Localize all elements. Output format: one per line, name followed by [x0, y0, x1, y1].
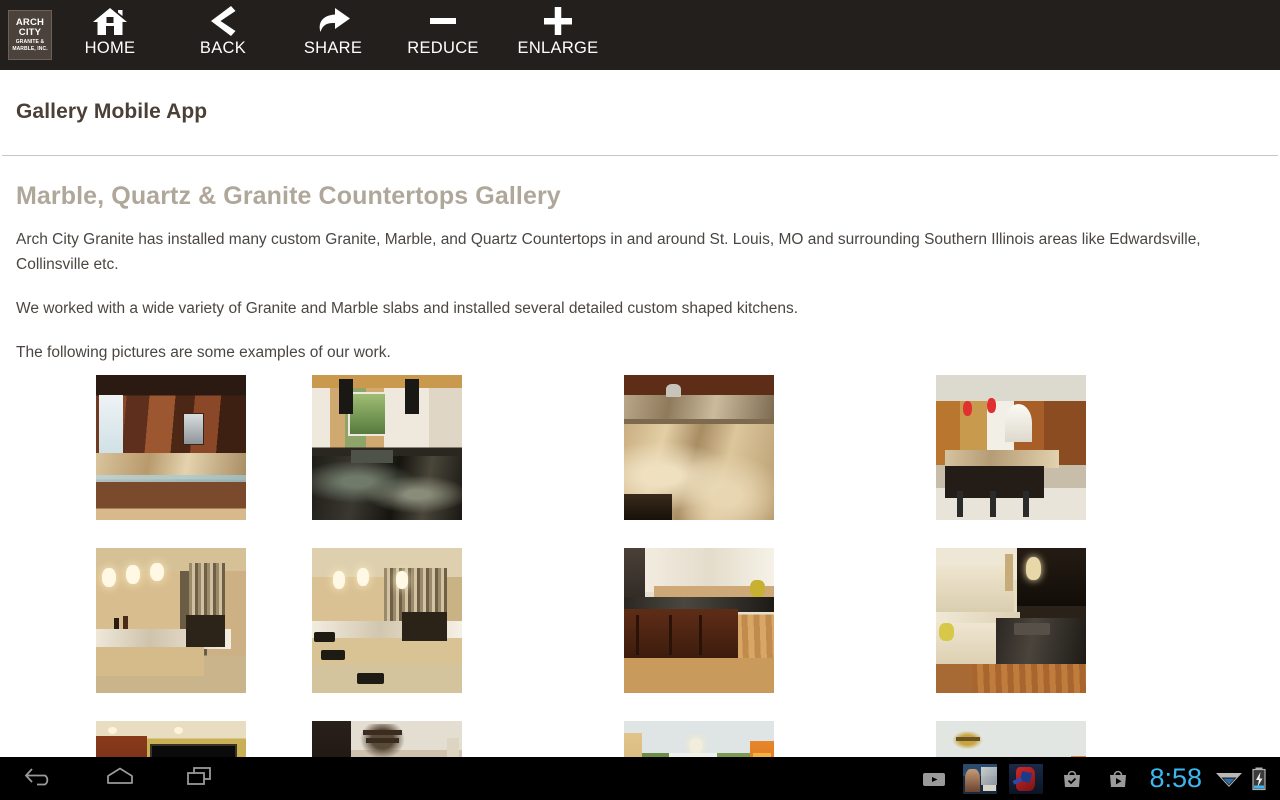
gallery-cell [624, 548, 936, 707]
home-icon [91, 4, 129, 38]
thumb-basement-bar-pendants[interactable] [96, 548, 246, 693]
back-arrow-icon [23, 765, 57, 792]
gallery-cell [312, 548, 624, 707]
logo-line-marble: MARBLE, INC. [12, 45, 48, 52]
play-store-bag-check-icon[interactable] [1049, 757, 1095, 800]
gallery-cell [312, 375, 624, 534]
toolbar-back-label: BACK [199, 39, 247, 57]
page-content: Gallery Mobile App Marble, Quartz & Gran… [0, 70, 1280, 800]
intro-paragraph-3: The following pictures are some examples… [16, 344, 391, 361]
gallery-row [0, 548, 1280, 707]
logo-line-granite: GRANITE & [15, 38, 45, 45]
gallery-cell [0, 375, 312, 534]
toolbar-reduce-label: REDUCE [407, 39, 479, 57]
toolbar-share-button[interactable]: SHARE [278, 0, 388, 70]
nav-recents-button[interactable] [160, 757, 240, 800]
thumb-basement-bar-stools[interactable] [312, 548, 462, 693]
thumb-cherry-kitchen-island[interactable] [96, 375, 246, 520]
youtube-icon[interactable] [911, 757, 957, 800]
app-root: ARCH CITY GRANITE & MARBLE, INC. HOME BA… [0, 0, 1280, 800]
battery-charging-icon[interactable] [1246, 757, 1272, 800]
top-toolbar: ARCH CITY GRANITE & MARBLE, INC. HOME BA… [0, 0, 1280, 70]
wifi-icon[interactable] [1212, 757, 1246, 800]
status-clock[interactable]: 8:58 [1141, 763, 1212, 794]
play-store-bag-arrow-icon[interactable] [1095, 757, 1141, 800]
nav-back-button[interactable] [0, 757, 80, 800]
thumb-cream-cabinet-kitchen[interactable] [936, 548, 1086, 693]
thumb-vaulted-kitchen-barstools[interactable] [936, 375, 1086, 520]
gallery-grid [0, 375, 1280, 800]
plus-icon [540, 4, 576, 38]
recent-apps-icon [183, 765, 217, 792]
toolbar-enlarge-button[interactable]: ENLARGE [498, 0, 618, 70]
app-thumbnail-icon[interactable] [963, 763, 998, 794]
status-tray: 8:58 [911, 757, 1280, 800]
thumb-gold-granite-closeup[interactable] [624, 375, 774, 520]
toolbar-enlarge-label: ENLARGE [517, 39, 599, 57]
nav-home-button[interactable] [80, 757, 160, 800]
thumb-dark-wood-island[interactable] [624, 548, 774, 693]
toolbar-reduce-button[interactable]: REDUCE [388, 0, 498, 70]
gallery-cell [624, 375, 936, 534]
thumb-white-cabinets-dark-granite[interactable] [312, 375, 462, 520]
gallery-heading: Marble, Quartz & Granite Countertops Gal… [16, 182, 561, 210]
share-arrow-icon [314, 4, 352, 38]
app-thumbnail-icon[interactable] [1009, 763, 1044, 794]
gallery-cell [936, 548, 1248, 707]
chevron-left-icon [208, 4, 238, 38]
toolbar-share-label: SHARE [303, 39, 363, 57]
logo-line-city: CITY [18, 26, 42, 38]
page-title: Gallery Mobile App [16, 100, 208, 123]
intro-paragraph-1: Arch City Granite has installed many cus… [16, 231, 1201, 273]
toolbar-home-button[interactable]: HOME [52, 0, 168, 70]
minus-icon [425, 4, 461, 38]
intro-paragraph-2: We worked with a wide variety of Granite… [16, 300, 799, 317]
home-outline-icon [103, 765, 137, 792]
gallery-row [0, 375, 1280, 534]
toolbar-home-label: HOME [84, 39, 136, 57]
gallery-cell [0, 548, 312, 707]
toolbar-back-button[interactable]: BACK [168, 0, 278, 70]
arch-city-logo[interactable]: ARCH CITY GRANITE & MARBLE, INC. [8, 10, 52, 60]
gallery-cell [936, 375, 1248, 534]
android-navigation-bar: 8:58 [0, 757, 1280, 800]
